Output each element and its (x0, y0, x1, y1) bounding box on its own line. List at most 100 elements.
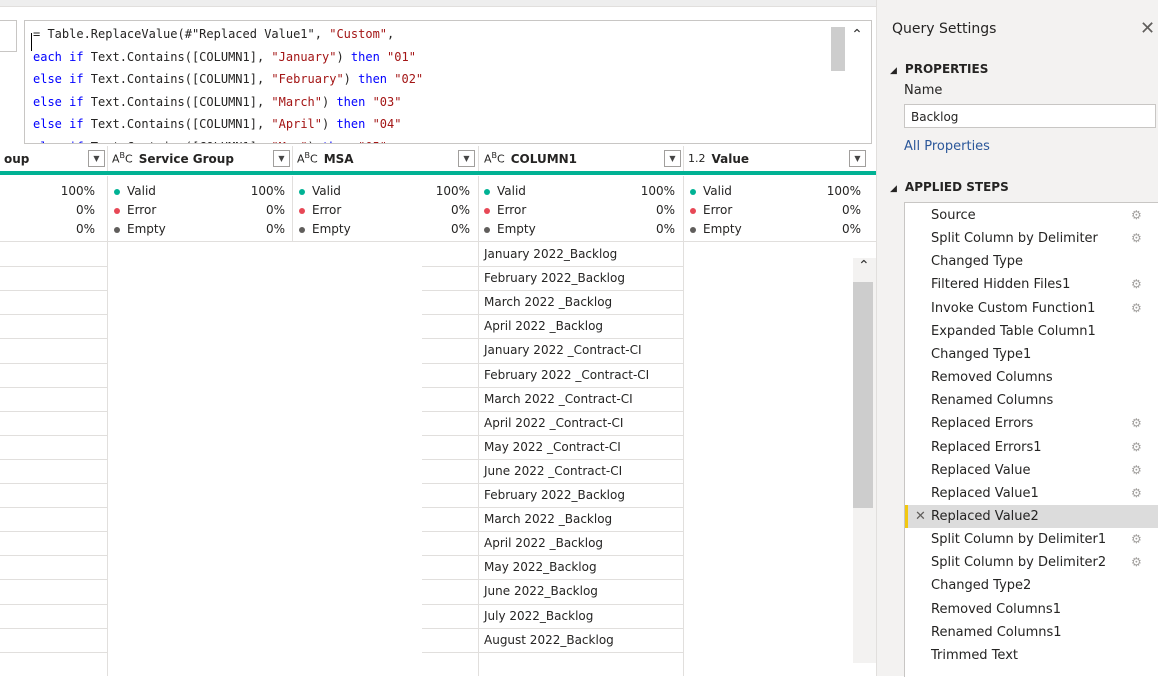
formula-line[interactable]: else if Text.Contains([COLUMN1], "April"… (33, 113, 423, 136)
row-divider (0, 651, 107, 653)
table-cell[interactable]: January 2022 _Contract-CI (484, 338, 642, 362)
formula-code[interactable]: = Table.ReplaceValue(#"Replaced Value1",… (33, 23, 423, 144)
gear-icon[interactable]: ⚙ (1131, 297, 1142, 320)
column-header-label: Value (711, 151, 750, 166)
row-divider (0, 410, 107, 412)
formula-token: then (350, 49, 388, 64)
text-type-icon[interactable]: ABC (112, 151, 133, 166)
formula-token: "February" (271, 72, 344, 86)
column-header-msa[interactable]: ABC MSA (297, 146, 457, 171)
applied-step-item[interactable]: Split Column by Delimiter ⚙ (905, 227, 1158, 250)
applied-step-item[interactable]: Renamed Columns1 (905, 621, 1158, 644)
table-cell[interactable]: May 2022 _Contract-CI (484, 435, 621, 459)
chevron-up-icon[interactable]: ⌃ (847, 25, 867, 45)
applied-step-item[interactable]: Replaced Value1 ⚙ (905, 482, 1158, 505)
applied-step-item[interactable]: Removed Columns1 (905, 598, 1158, 621)
formula-line[interactable]: else if Text.Contains([COLUMN1], "May") … (33, 136, 423, 144)
formula-prefix-box[interactable] (0, 20, 17, 52)
quality-legend: Valid Error Empty (484, 182, 536, 239)
decimal-type-icon[interactable]: 1.2 (688, 152, 706, 165)
grid-scrollbar-thumb[interactable] (853, 282, 873, 508)
formula-line[interactable]: else if Text.Contains([COLUMN1], "March"… (33, 91, 423, 114)
applied-step-item[interactable]: Changed Type1 (905, 343, 1158, 366)
formula-token: ) (308, 140, 322, 144)
column-header-value[interactable]: 1.2 Value (688, 146, 838, 171)
properties-section-header[interactable]: ◢ PROPERTIES (890, 62, 988, 76)
formula-line[interactable]: = Table.ReplaceValue(#"Replaced Value1",… (33, 23, 423, 46)
applied-step-item[interactable]: ✕ Replaced Value2 (905, 504, 1158, 528)
formula-token: ) (343, 72, 359, 86)
table-cell[interactable]: April 2022 _Backlog (484, 314, 603, 338)
gear-icon[interactable]: ⚙ (1131, 482, 1142, 505)
table-cell[interactable]: May 2022_Backlog (484, 555, 597, 579)
quality-percentages: 100% 0% 0% (640, 184, 675, 236)
table-cell[interactable]: June 2022 _Contract-CI (484, 459, 622, 483)
delete-step-icon[interactable]: ✕ (915, 505, 926, 528)
gear-icon[interactable]: ⚙ (1131, 204, 1142, 227)
table-cell[interactable]: January 2022_Backlog (484, 242, 617, 266)
applied-step-item[interactable]: Replaced Errors1 ⚙ (905, 436, 1158, 459)
formula-token: then (336, 94, 373, 109)
column-filter-dropdown[interactable]: ▼ (849, 150, 866, 167)
gear-icon[interactable]: ⚙ (1131, 551, 1142, 574)
text-type-icon[interactable]: ABC (484, 151, 505, 166)
formula-bar[interactable]: = Table.ReplaceValue(#"Replaced Value1",… (24, 20, 872, 144)
table-cell[interactable]: March 2022 _Backlog (484, 290, 612, 314)
collapse-triangle-icon[interactable]: ◢ (890, 66, 897, 76)
applied-step-item[interactable]: Changed Type2 (905, 574, 1158, 597)
close-icon[interactable]: ✕ (1140, 18, 1155, 39)
applied-step-item[interactable]: Expanded Table Column1 (905, 320, 1158, 343)
applied-step-item[interactable]: Changed Type (905, 250, 1158, 273)
table-cell[interactable]: February 2022 _Contract-CI (484, 363, 649, 387)
applied-step-item[interactable]: Removed Columns (905, 366, 1158, 389)
formula-token: each if (33, 49, 91, 64)
applied-step-item[interactable]: Replaced Errors ⚙ (905, 412, 1158, 435)
column-header-row: oup ▼ ABC Service Group ▼ ABC MSA ▼ ABC … (0, 146, 876, 175)
column-header-label: COLUMN1 (510, 151, 578, 166)
formula-line[interactable]: else if Text.Contains([COLUMN1], "Februa… (33, 68, 423, 91)
row-divider (0, 458, 107, 460)
applied-step-item[interactable]: Source ⚙ (905, 204, 1158, 227)
gear-icon[interactable]: ⚙ (1131, 273, 1142, 296)
applied-steps-list: Source ⚙ Split Column by Delimiter ⚙ Changed… (904, 202, 1158, 677)
table-cell[interactable]: February 2022_Backlog (484, 483, 625, 507)
gear-icon[interactable]: ⚙ (1131, 528, 1142, 551)
text-type-icon[interactable]: ABC (297, 151, 318, 166)
formula-token: = Table.ReplaceValue(#"Replaced Value1", (33, 27, 330, 41)
table-cell[interactable]: March 2022 _Contract-CI (484, 387, 633, 411)
row-divider (0, 338, 107, 340)
applied-step-item[interactable]: Replaced Value ⚙ (905, 459, 1158, 482)
applied-step-item[interactable]: Filtered Hidden Files1 ⚙ (905, 273, 1158, 296)
gear-icon[interactable]: ⚙ (1131, 436, 1142, 459)
gear-icon[interactable]: ⚙ (1131, 459, 1142, 482)
table-cell[interactable]: August 2022_Backlog (484, 628, 614, 652)
column-header-column1[interactable]: ABC COLUMN1 (484, 146, 659, 171)
table-cell[interactable]: June 2022_Backlog (484, 579, 598, 603)
applied-step-item[interactable]: Split Column by Delimiter2 ⚙ (905, 551, 1158, 574)
table-cell[interactable]: March 2022 _Backlog (484, 507, 612, 531)
applied-step-item[interactable]: Renamed Columns (905, 389, 1158, 412)
applied-step-item[interactable]: Invoke Custom Function1 ⚙ (905, 297, 1158, 320)
column-filter-dropdown[interactable]: ▼ (88, 150, 105, 167)
table-cell[interactable]: February 2022_Backlog (484, 266, 625, 290)
applied-steps-section-header[interactable]: ◢ APPLIED STEPS (890, 180, 1009, 194)
column-filter-dropdown[interactable]: ▼ (664, 150, 681, 167)
table-cell[interactable]: April 2022 _Contract-CI (484, 411, 623, 435)
formula-line[interactable]: each if Text.Contains([COLUMN1], "Januar… (33, 46, 423, 69)
gear-icon[interactable]: ⚙ (1131, 412, 1142, 435)
applied-step-item[interactable]: Split Column by Delimiter1 ⚙ (905, 528, 1158, 551)
applied-step-item[interactable]: Trimmed Text (905, 644, 1158, 667)
table-cell[interactable]: April 2022 _Backlog (484, 531, 603, 555)
collapse-triangle-icon[interactable]: ◢ (890, 184, 897, 194)
gear-icon[interactable]: ⚙ (1131, 227, 1142, 250)
quality-percentages: 100% 0% 0% (435, 184, 470, 236)
formula-scrollbar-thumb[interactable] (831, 27, 845, 71)
formula-token: else if (33, 72, 91, 86)
column-filter-dropdown[interactable]: ▼ (273, 150, 290, 167)
chevron-up-icon[interactable]: ⌃ (858, 258, 870, 274)
all-properties-link[interactable]: All Properties (904, 139, 990, 154)
table-cell[interactable]: July 2022_Backlog (484, 604, 593, 628)
column-filter-dropdown[interactable]: ▼ (458, 150, 475, 167)
column-header-service-group[interactable]: ABC Service Group (112, 146, 282, 171)
query-name-input[interactable]: Backlog (904, 104, 1156, 128)
